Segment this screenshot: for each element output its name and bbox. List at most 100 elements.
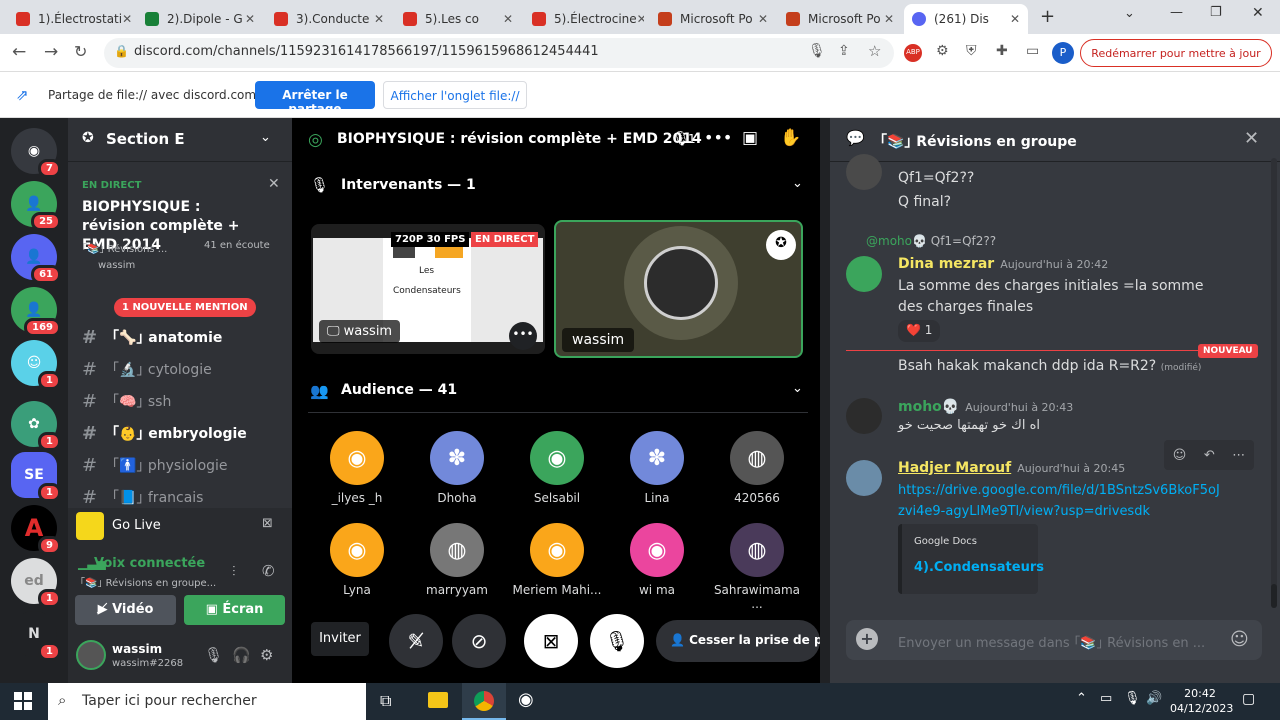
avatar[interactable] xyxy=(846,398,882,434)
scrollbar[interactable] xyxy=(1271,158,1277,608)
obs-icon[interactable]: ◉ xyxy=(518,689,534,710)
user-avatar[interactable] xyxy=(76,640,106,670)
close-icon[interactable]: ✕ xyxy=(1010,12,1020,26)
close-icon[interactable]: ✕ xyxy=(245,12,255,26)
forward-icon[interactable]: → xyxy=(44,42,58,62)
voice-channel-name[interactable]: ｢📚｣ Révisions en groupe... xyxy=(80,574,216,589)
close-icon[interactable]: ✕ xyxy=(758,12,768,26)
clock[interactable]: 20:42 04/12/2023 xyxy=(1170,686,1233,716)
maximize-icon[interactable]: ❐ xyxy=(1210,5,1222,20)
browser-tab[interactable]: 5).Les co ✕ xyxy=(395,4,521,34)
noise-suppression-icon[interactable]: ⫶ xyxy=(232,564,236,580)
chevron-down-icon[interactable]: ⌄ xyxy=(792,176,803,191)
browser-tab[interactable]: 3).Conducte ✕ xyxy=(266,4,392,34)
bookmark-star-icon[interactable]: ☆ xyxy=(868,42,881,60)
close-icon[interactable]: ✕ xyxy=(503,12,513,26)
reply-preview[interactable]: @moho💀 Qf1=Qf2?? xyxy=(866,234,996,248)
channel-francais[interactable]: # ｢📘｣ francais xyxy=(82,484,282,510)
audience-member[interactable]: ◍ marryyam xyxy=(407,523,507,597)
video-off-button[interactable]: ⊘ xyxy=(452,614,506,668)
windows-start-icon[interactable] xyxy=(14,692,32,710)
server-icon[interactable]: ed 1 xyxy=(11,558,61,608)
channel-embryologie[interactable]: # ｢👶｣ embryologie xyxy=(82,420,282,446)
puzzle-icon[interactable]: ✚ xyxy=(996,43,1008,59)
dismiss-icon[interactable]: ⊠ xyxy=(262,516,273,531)
restart-update-button[interactable]: Redémarrer pour mettre à jour xyxy=(1080,39,1272,67)
chevron-down-icon[interactable]: ⌄ xyxy=(260,130,271,145)
popout-icon[interactable]: ▣ xyxy=(742,128,758,148)
dm-server[interactable]: 👤 25 xyxy=(11,181,61,231)
browser-tab[interactable]: 2).Dipole - G ✕ xyxy=(137,4,263,34)
raise-hand-icon[interactable]: ✋ xyxy=(780,128,801,148)
camera-off-button[interactable]: ✎̸ xyxy=(389,614,443,668)
go-live-label[interactable]: Go Live xyxy=(112,518,161,533)
browser-tab[interactable]: Microsoft Po ✕ xyxy=(650,4,776,34)
profile-avatar[interactable]: P xyxy=(1052,42,1074,64)
add-reaction-icon[interactable]: ☺ xyxy=(1173,448,1187,463)
reply-icon[interactable]: ↶ xyxy=(1204,448,1215,463)
close-icon[interactable]: ✕ xyxy=(1244,128,1259,149)
message-link[interactable]: https://drive.google.com/file/d/1BSntzSv… xyxy=(898,480,1220,522)
settings-gear-icon[interactable]: ⚙ xyxy=(260,646,273,664)
chevron-down-icon[interactable]: ⌄ xyxy=(792,381,803,396)
audience-member[interactable]: ◍ 420566 xyxy=(707,431,807,505)
more-options-icon[interactable]: ••• xyxy=(509,322,537,350)
reaction-pill[interactable]: ❤️ 1 xyxy=(898,320,941,342)
browser-tab[interactable]: 1).Électrostati ✕ xyxy=(8,4,134,34)
live-stage-card[interactable]: EN DIRECT ✕ BIOPHYSIQUE : révision compl… xyxy=(68,170,292,276)
browser-tab[interactable]: Microsoft Po ✕ xyxy=(778,4,902,34)
browser-tab-active[interactable]: (261) Dis ✕ xyxy=(904,4,1028,34)
stream-tile[interactable]: Les Condensateurs 720P 30 FPS EN DIRECT … xyxy=(311,224,545,354)
close-icon[interactable]: ✕ xyxy=(122,12,132,26)
url-input[interactable]: 🔒 discord.com/channels/11592316141785661… xyxy=(104,38,894,68)
audience-member[interactable]: ◉ Selsabil xyxy=(507,431,607,505)
channel-physiologie[interactable]: # ｢🚹｣ physiologie xyxy=(82,452,282,478)
emoji-icon[interactable]: ☺ xyxy=(1230,629,1249,650)
extension-icon[interactable]: ⚙ xyxy=(936,43,949,59)
notification-icon[interactable]: ▢ xyxy=(1242,691,1255,707)
audience-member[interactable]: ◉ _ilyes _h xyxy=(307,431,407,505)
avatar[interactable] xyxy=(846,154,882,190)
file-explorer-icon[interactable] xyxy=(428,692,448,708)
stop-stream-button[interactable]: ⊠ xyxy=(524,614,578,668)
add-attachment-icon[interactable]: + xyxy=(856,628,878,650)
volume-icon[interactable]: 🔊 xyxy=(1146,691,1162,706)
minimize-icon[interactable]: — xyxy=(1170,5,1183,20)
audience-member[interactable]: ✽ Lina xyxy=(607,431,707,505)
video-button[interactable]: ▶̸ Vidéo xyxy=(75,595,176,625)
audience-member[interactable]: ◍ Sahrawimama ... xyxy=(707,523,807,611)
headphones-icon[interactable]: 🎧 xyxy=(232,646,251,664)
reload-icon[interactable]: ↻ xyxy=(74,42,87,61)
browser-tab[interactable]: 5).Électrocine ✕ xyxy=(524,4,644,34)
invite-button[interactable]: Inviter xyxy=(311,622,369,656)
close-icon[interactable]: ✕ xyxy=(884,12,894,26)
window-close-icon[interactable]: ✕ xyxy=(1252,5,1264,21)
channel-anatomie[interactable]: # ｢🦴｣ anatomie xyxy=(82,324,282,350)
mute-button[interactable]: 🎙 xyxy=(590,614,644,668)
audience-member[interactable]: ◉ Lyna xyxy=(307,523,407,597)
chevron-up-icon[interactable]: ⌃ xyxy=(1076,691,1087,706)
disconnect-icon[interactable]: ✆ xyxy=(262,562,275,580)
server-icon-active[interactable]: SE 1 xyxy=(11,452,61,502)
chrome-taskbar-button[interactable] xyxy=(462,683,506,720)
embed-title[interactable]: 4).Condensateurs xyxy=(914,560,1044,575)
microphone-icon[interactable]: 🎙 xyxy=(204,646,223,664)
avatar[interactable] xyxy=(846,460,882,496)
message-input[interactable]: + Envoyer un message dans ｢📚｣ Révisions … xyxy=(846,620,1262,660)
close-icon[interactable]: ✕ xyxy=(374,12,384,26)
server-icon[interactable]: N1 xyxy=(11,611,61,661)
home-server[interactable]: ◉ 7 xyxy=(11,128,61,178)
close-icon[interactable]: ✕ xyxy=(268,176,280,192)
audience-member[interactable]: ✽ Dhoha xyxy=(407,431,507,505)
audience-member[interactable]: ◉ Meriem Mahi... xyxy=(507,523,607,597)
adblock-icon[interactable]: ABP xyxy=(904,44,922,62)
server-icon[interactable]: ✿ 1 xyxy=(11,401,61,451)
new-tab-icon[interactable]: + xyxy=(1040,6,1055,27)
battery-icon[interactable]: ▭ xyxy=(1100,691,1112,706)
sidepanel-icon[interactable]: ▭ xyxy=(1026,43,1039,59)
server-icon[interactable]: A9 xyxy=(11,505,61,555)
screen-share-button[interactable]: ▣ Écran xyxy=(184,595,285,625)
stop-sharing-button[interactable]: Arrêter le partage xyxy=(255,81,375,116)
dm-server[interactable]: 👤 169 xyxy=(11,287,61,337)
more-options-icon[interactable]: ⋯ xyxy=(1232,448,1245,463)
